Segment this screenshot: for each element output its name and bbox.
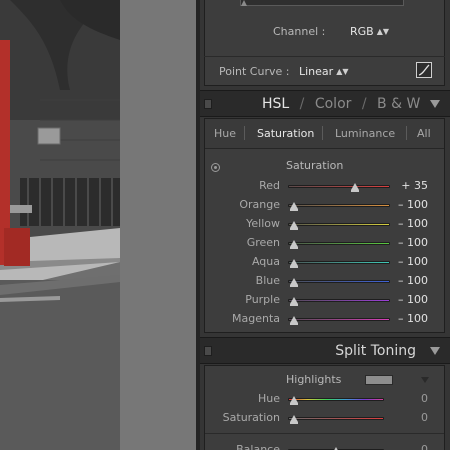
slider-track[interactable] <box>288 318 390 321</box>
divider-line <box>204 56 445 57</box>
develop-right-panel: Channel : RGB ▲▼ Point Curve : Linear ▲▼ H… <box>200 0 450 450</box>
slider-thumb[interactable] <box>290 316 298 325</box>
tab-hsl[interactable]: HSL <box>262 96 289 112</box>
slider-track[interactable] <box>288 280 390 283</box>
channel-label-text: Channel : <box>273 25 326 38</box>
split-toning-panel-header[interactable]: Split Toning <box>200 337 450 364</box>
target-adjustment-icon[interactable] <box>211 163 220 172</box>
split-toning-title: Split Toning <box>335 343 416 359</box>
point-curve-label-text: Point Curve : <box>219 65 290 78</box>
point-curve-value: Linear <box>299 65 334 78</box>
tab-saturation[interactable]: Saturation <box>257 127 314 140</box>
updown-arrows-icon: ▲▼ <box>336 67 349 76</box>
swatch-dropdown-icon[interactable] <box>421 377 429 383</box>
canvas-background <box>120 0 196 450</box>
tab-separator <box>322 126 323 140</box>
slider-track[interactable] <box>288 223 390 226</box>
slider-track[interactable] <box>288 261 390 264</box>
point-curve-select[interactable]: Linear ▲▼ <box>299 65 349 78</box>
slider-label: Yellow <box>246 217 280 230</box>
slider-label: Orange <box>239 198 280 211</box>
panel-toggle-switch[interactable] <box>204 99 212 109</box>
channel-select[interactable]: RGB ▲▼ <box>350 25 389 38</box>
tone-curve-graph[interactable] <box>240 0 404 6</box>
panel-toggle-switch[interactable] <box>204 346 212 356</box>
slider-thumb[interactable] <box>290 240 298 249</box>
slider-value[interactable]: – 100 <box>398 198 428 211</box>
slider-value[interactable]: 0 <box>421 443 428 450</box>
photo-preview[interactable] <box>0 0 120 450</box>
slider-value[interactable]: – 100 <box>398 274 428 287</box>
slider-thumb[interactable] <box>350 183 359 192</box>
updown-arrows-icon: ▲▼ <box>376 27 390 36</box>
tab-separator <box>406 126 407 140</box>
point-curve-label: Point Curve : <box>219 65 289 78</box>
slider-value[interactable]: – 100 <box>398 255 428 268</box>
tab-color[interactable]: Color <box>315 96 352 112</box>
hsl-header-tabs: HSL / Color / B & W <box>262 96 420 112</box>
slider-thumb[interactable] <box>290 278 298 287</box>
slider-label: Magenta <box>231 312 280 325</box>
slider-thumb[interactable] <box>290 221 298 230</box>
slider-thumb[interactable] <box>290 415 298 424</box>
slider-value[interactable]: – 100 <box>398 217 428 230</box>
edit-point-curve-icon[interactable] <box>416 62 432 78</box>
slider-track[interactable] <box>288 299 390 302</box>
channel-value: RGB <box>350 25 374 38</box>
tab-luminance[interactable]: Luminance <box>335 127 395 140</box>
slider-label: Saturation <box>222 411 280 424</box>
hsl-tab-bar <box>205 119 444 149</box>
slider-value[interactable]: – 100 <box>398 312 428 325</box>
slider-label: Green <box>246 236 280 249</box>
slider-track[interactable] <box>288 185 390 188</box>
slider-label: Red <box>259 179 280 192</box>
saturation-group-title: Saturation <box>286 159 344 172</box>
tab-bw[interactable]: B & W <box>377 96 420 112</box>
slider-label: Blue <box>255 274 280 287</box>
slider-value[interactable]: 0 <box>421 411 428 424</box>
slider-value[interactable]: 0 <box>421 392 428 405</box>
slider-thumb[interactable] <box>290 297 298 306</box>
slider-thumb[interactable] <box>290 396 298 405</box>
slider-thumb[interactable] <box>290 259 298 268</box>
slider-track[interactable] <box>288 242 390 245</box>
slider-value[interactable]: + 35 <box>401 179 428 192</box>
highlights-color-swatch[interactable] <box>365 375 393 385</box>
tab-separator <box>244 126 245 140</box>
header-separator: / <box>299 96 305 112</box>
collapse-triangle-icon[interactable] <box>430 100 440 108</box>
street-photo-image <box>0 0 120 450</box>
slider-value[interactable]: – 100 <box>398 236 428 249</box>
slider-label: Aqua <box>251 255 280 268</box>
highlights-label: Highlights <box>286 373 342 386</box>
hsl-panel-header[interactable]: HSL / Color / B & W <box>200 90 450 117</box>
tab-hue[interactable]: Hue <box>214 127 236 140</box>
channel-label: Channel : <box>273 25 325 38</box>
slider-thumb[interactable] <box>290 202 298 211</box>
slider-label: Hue <box>257 392 280 405</box>
slider-track[interactable] <box>288 398 384 401</box>
tab-all[interactable]: All <box>417 127 431 140</box>
slider-track[interactable] <box>288 204 390 207</box>
divider-line <box>205 433 444 434</box>
collapse-triangle-icon[interactable] <box>430 347 440 355</box>
header-separator: / <box>361 96 367 112</box>
slider-value[interactable]: – 100 <box>398 293 428 306</box>
slider-label: Purple <box>245 293 280 306</box>
slider-label: Balance <box>236 443 280 450</box>
slider-track[interactable] <box>288 417 384 420</box>
